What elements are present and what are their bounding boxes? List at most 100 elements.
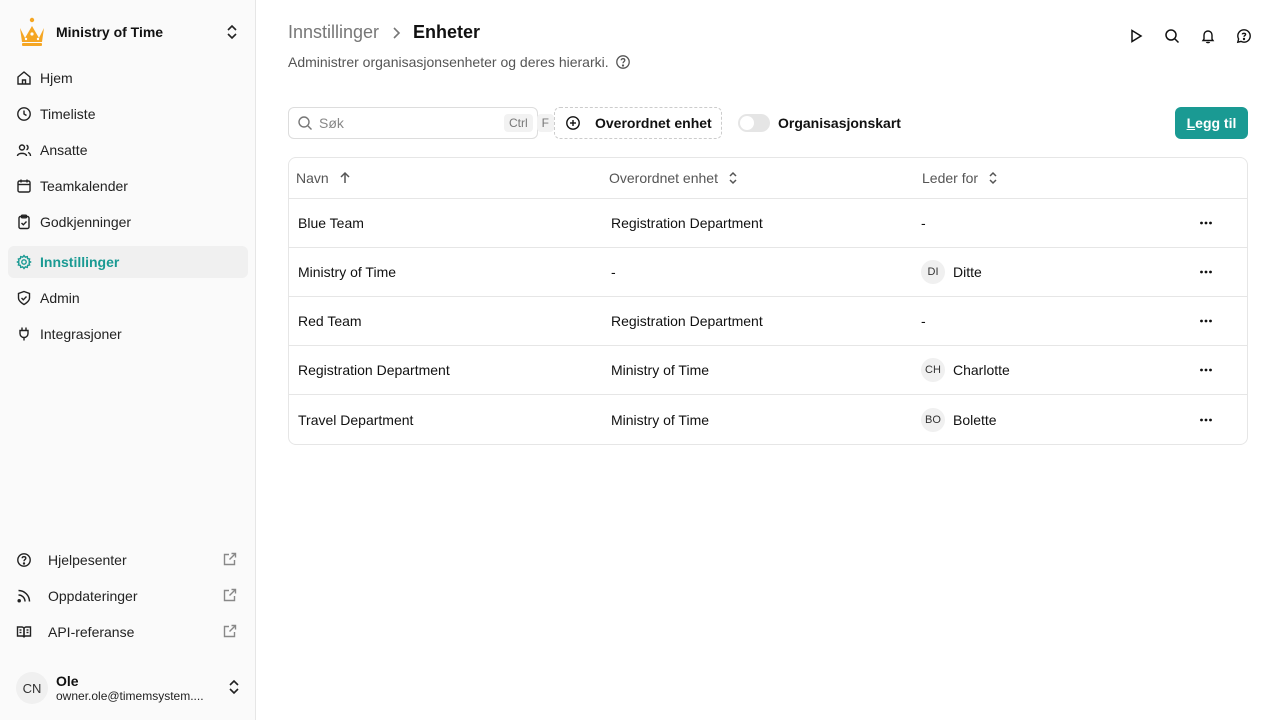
table-row[interactable]: Red Team Registration Department - [289,297,1247,346]
external-link-icon [222,623,238,642]
cell-name: Travel Department [298,411,414,428]
more-horizontal-icon[interactable] [1194,358,1218,382]
sidebar-item-innstillinger[interactable]: Innstillinger [8,246,248,278]
add-button-mnemonic: L [1186,115,1196,131]
sidebar-item-integrasjoner[interactable]: Integrasjoner [8,318,248,350]
org-chart-toggle[interactable] [738,114,770,132]
link-label: Oppdateringer [48,588,138,604]
sidebar-item-timeliste[interactable]: Timeliste [8,98,248,130]
external-link-icon [222,551,238,570]
units-table: Navn Overordnet enhet Leder for Blue Tea… [288,157,1248,445]
more-horizontal-icon[interactable] [1194,408,1218,432]
table-row[interactable]: Travel Department Ministry of Time BO Bol… [289,395,1247,444]
calendar-icon [16,178,32,194]
more-horizontal-icon[interactable] [1194,211,1218,235]
org-name: Ministry of Time [56,24,164,40]
column-header-leader[interactable]: Leder for [915,170,1165,186]
more-horizontal-icon[interactable] [1194,260,1218,284]
table-header: Navn Overordnet enhet Leder for [289,158,1247,199]
breadcrumb-parent[interactable]: Innstillinger [288,22,379,43]
cell-parent: - [611,264,616,280]
main-content: Innstillinger Enheter Administrer organi… [256,0,1280,720]
sidebar-item-label: Godkjenninger [40,214,132,230]
help-circle-icon[interactable] [615,54,631,70]
avatar: BO [921,407,945,432]
shortcut-key-f: F [536,114,555,132]
sidebar-item-label: Hjem [40,70,73,86]
cell-name: Red Team [298,313,362,329]
search-icon[interactable] [1160,24,1184,48]
cell-parent: Ministry of Time [611,411,710,428]
sidebar-item-label: Teamkalender [40,178,128,194]
org-switcher[interactable]: Ministry of Time [16,16,240,48]
chevrons-up-down-icon [988,171,998,185]
table-row[interactable]: Ministry of Time - DI Ditte [289,248,1247,297]
bell-icon[interactable] [1196,24,1220,48]
table-row[interactable]: Registration Department Ministry of Time… [289,346,1247,395]
add-button[interactable]: Legg til [1175,107,1248,139]
arrow-up-icon [339,171,351,185]
sidebar-item-label: Ansatte [40,142,88,158]
leader-name: Bolette [953,411,997,428]
plug-icon [16,326,32,342]
crown-logo-icon [16,16,48,48]
message-help-icon[interactable] [1232,24,1256,48]
cell-leader: - [915,313,1165,329]
header-actions [1112,24,1256,48]
sidebar-item-godkjenninger[interactable]: Godkjenninger [8,206,248,238]
sidebar-item-hjem[interactable]: Hjem [8,62,248,94]
table-row[interactable]: Blue Team Registration Department - [289,199,1247,248]
page-title: Enheter [413,22,481,42]
link-label: API-referanse [48,624,135,640]
cell-leader: BO Bolette [915,407,1165,432]
search-input[interactable] [319,115,500,131]
chevrons-up-down-icon [224,24,240,40]
shortcut-key-ctrl: Ctrl [504,114,533,132]
user-email: owner.ole@timemsystem.... [56,689,204,703]
avatar: DI [921,260,945,284]
search-icon [297,115,313,131]
link-api-referanse[interactable]: API-referanse [8,616,248,648]
parent-unit-filter-label: Overordnet enhet [595,115,712,131]
cell-name: Registration Department [298,362,450,378]
link-label: Hjelpesenter [48,552,127,568]
gear-icon [16,254,32,270]
chevron-right-icon [391,26,401,40]
sidebar-item-label: Admin [40,290,80,306]
org-chart-toggle-group: Organisasjonskart [738,107,901,139]
sidebar-item-teamkalender[interactable]: Teamkalender [8,170,248,202]
cell-parent: Ministry of Time [611,362,710,378]
search-box[interactable]: Ctrl F [288,107,555,139]
shield-check-icon [16,290,32,306]
external-link-icon [222,587,238,606]
sidebar-item-label: Innstillinger [40,254,120,270]
chevrons-up-down-icon [728,171,738,185]
help-circle-icon [16,552,32,568]
avatar: CH [921,358,945,382]
cell-parent: Registration Department [611,215,763,231]
sidebar: Ministry of Time Hjem Timeliste Ansatte … [0,0,256,720]
play-icon[interactable] [1124,24,1148,48]
more-horizontal-icon[interactable] [1194,309,1218,333]
sidebar-item-label: Integrasjoner [40,326,122,342]
sidebar-item-admin[interactable]: Admin [8,282,248,314]
plus-circle-icon [565,115,581,131]
avatar: CN [16,672,48,704]
user-name: Ole [56,673,79,689]
subtitle-text: Administrer organisasjonsenheter og dere… [288,54,609,70]
home-icon [16,70,32,86]
column-header-parent[interactable]: Overordnet enhet [602,170,915,186]
user-menu[interactable]: CN Ole owner.ole@timemsystem.... [16,668,240,708]
book-open-icon [16,624,32,640]
chevrons-up-down-icon [228,679,240,698]
cell-parent: Registration Department [611,313,763,329]
sidebar-item-ansatte[interactable]: Ansatte [8,134,248,166]
column-header-name[interactable]: Navn [289,170,602,186]
link-hjelpesenter[interactable]: Hjelpesenter [8,544,248,576]
link-oppdateringer[interactable]: Oppdateringer [8,580,248,612]
leader-name: - [921,215,926,231]
external-links: Hjelpesenter Oppdateringer API-referanse [8,544,248,652]
rss-icon [16,588,32,604]
parent-unit-filter-button[interactable]: Overordnet enhet [554,107,722,139]
clipboard-check-icon [16,214,32,230]
